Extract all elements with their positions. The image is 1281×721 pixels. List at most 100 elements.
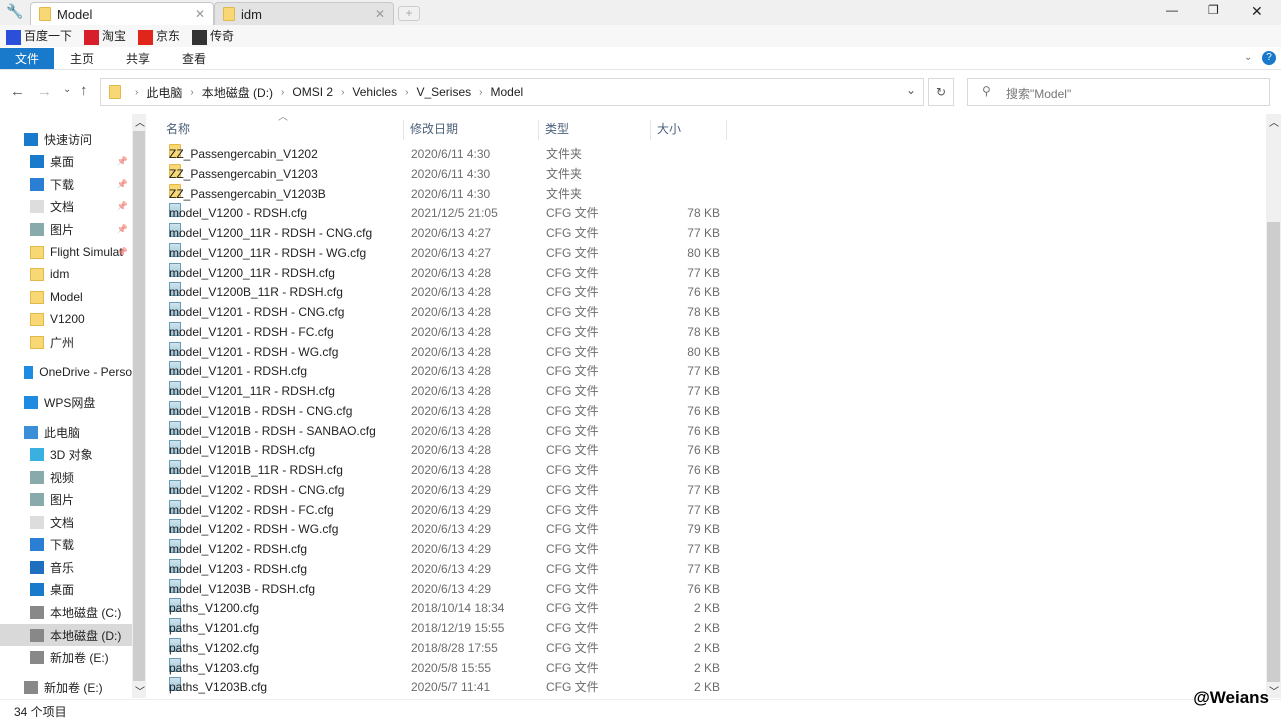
ribbon-tab[interactable]: 文件 xyxy=(0,48,54,69)
bookmark[interactable]: 淘宝 xyxy=(84,27,126,45)
file-row[interactable]: paths_V1202.cfg 2018/8/28 17:55 CFG 文件 2 KB xyxy=(165,637,730,658)
pin-icon[interactable]: 📌 xyxy=(117,156,128,167)
tab-model[interactable]: Model ✕ xyxy=(30,2,214,25)
chevron-right-icon[interactable]: › xyxy=(479,87,482,98)
sidebar-item[interactable]: 本地磁盘 (C:) xyxy=(0,601,132,623)
sidebar-item[interactable]: 下载 📌 xyxy=(0,173,132,195)
file-row[interactable]: model_V1201B_11R - RDSH.cfg 2020/6/13 4:2… xyxy=(165,460,730,480)
file-row[interactable]: model_V1201 - RDSH - CNG.cfg 2020/6/13 4:… xyxy=(165,302,730,322)
breadcrumb-item[interactable]: V_Serises xyxy=(416,85,471,99)
file-row[interactable]: ZZ_Passengercabin_V1202 2020/6/11 4:30 文件夹 xyxy=(165,144,730,164)
pin-icon[interactable]: 📌 xyxy=(117,224,128,235)
breadcrumb-item[interactable]: OMSI 2 xyxy=(292,85,333,99)
file-row[interactable]: model_V1200_11R - RDSH - CNG.cfg 2020/6/1… xyxy=(165,223,730,243)
sidebar-item[interactable]: 文档 📌 xyxy=(0,195,132,217)
forward-icon[interactable]: → xyxy=(37,83,52,100)
address-dropdown-icon[interactable]: ⌄ xyxy=(906,83,916,97)
sidebar-item[interactable]: 快速访问 xyxy=(0,128,132,150)
file-row[interactable]: model_V1202 - RDSH.cfg 2020/6/13 4:29 CFG … xyxy=(165,539,730,559)
file-row[interactable]: model_V1200_11R - RDSH.cfg 2020/6/13 4:28… xyxy=(165,262,730,283)
file-row[interactable]: model_V1200 - RDSH.cfg 2021/12/5 21:05 CFG… xyxy=(165,203,730,223)
file-row[interactable]: model_V1202 - RDSH - CNG.cfg 2020/6/13 4:… xyxy=(165,479,730,500)
chevron-right-icon[interactable]: › xyxy=(281,87,284,98)
recent-dropdown-icon[interactable]: ⌄ xyxy=(63,84,71,95)
up-icon[interactable]: ↑ xyxy=(80,82,88,99)
file-row[interactable]: model_V1201 - RDSH - FC.cfg 2020/6/13 4:2… xyxy=(165,321,730,342)
chevron-right-icon[interactable]: › xyxy=(135,87,138,98)
sidebar-item[interactable]: 音乐 xyxy=(0,556,132,578)
file-row[interactable]: paths_V1201.cfg 2018/12/19 15:55 CFG 文件 2 K… xyxy=(165,618,730,638)
file-row[interactable]: model_V1202 - RDSH - WG.cfg 2020/6/13 4:2… xyxy=(165,519,730,539)
chevron-right-icon[interactable]: › xyxy=(190,87,193,98)
sidebar-item[interactable]: 本地磁盘 (D:) xyxy=(0,624,132,646)
sidebar-item[interactable]: 新加卷 (E:) xyxy=(0,646,132,668)
sidebar-item[interactable]: 下载 xyxy=(0,533,132,555)
file-row[interactable]: model_V1201 - RDSH - WG.cfg 2020/6/13 4:2… xyxy=(165,341,730,362)
back-icon[interactable]: ← xyxy=(10,83,25,100)
chevron-right-icon[interactable]: › xyxy=(405,87,408,98)
chevron-right-icon[interactable]: › xyxy=(341,87,344,98)
help-icon[interactable]: ? xyxy=(1262,51,1276,65)
close-icon[interactable]: ✕ xyxy=(195,7,205,21)
file-row[interactable]: model_V1202 - RDSH - FC.cfg 2020/6/13 4:2… xyxy=(165,499,730,520)
column-date[interactable]: 修改日期 xyxy=(404,120,539,140)
ribbon-tab[interactable]: 查看 xyxy=(166,48,222,69)
file-row[interactable]: model_V1201B - RDSH - SANBAO.cfg 2020/6/1… xyxy=(165,420,730,441)
file-row[interactable]: model_V1201_11R - RDSH.cfg 2020/6/13 4:28… xyxy=(165,381,730,401)
breadcrumb-item[interactable]: 本地磁盘 (D:) xyxy=(202,84,273,101)
pin-icon[interactable]: 📌 xyxy=(117,201,128,212)
file-row[interactable]: model_V1201B - RDSH.cfg 2020/6/13 4:28 CFG… xyxy=(165,440,730,460)
file-list-scrollbar[interactable]: ︿ ﹀ xyxy=(1266,114,1281,698)
sidebar-item[interactable]: 桌面 📌 xyxy=(0,150,132,172)
pin-icon[interactable]: 📌 xyxy=(117,179,128,190)
column-type[interactable]: 类型 xyxy=(539,120,651,140)
address-bar[interactable]: › 此电脑 › 本地磁盘 (D:) › OMSI 2 › Vehicles › V_Serises… xyxy=(100,78,924,106)
column-size[interactable]: 大小 xyxy=(651,120,727,140)
sidebar-item[interactable]: 文档 xyxy=(0,511,132,533)
file-row[interactable]: model_V1200_11R - RDSH - WG.cfg 2020/6/13… xyxy=(165,242,730,263)
sidebar-item[interactable]: 新加卷 (E:) xyxy=(0,676,132,698)
file-row[interactable]: model_V1201B - RDSH - CNG.cfg 2020/6/13 4… xyxy=(165,400,730,421)
close-icon[interactable]: ✕ xyxy=(375,7,385,21)
bookmark[interactable]: 百度一下 xyxy=(6,27,72,45)
file-row[interactable]: paths_V1203.cfg 2020/5/8 15:55 CFG 文件 2 KB xyxy=(165,657,730,678)
new-tab-button[interactable]: + xyxy=(398,6,420,21)
sidebar-item[interactable]: 图片 xyxy=(0,488,132,510)
ribbon-tab[interactable]: 共享 xyxy=(110,48,166,69)
file-row[interactable]: ZZ_Passengercabin_V1203 2020/6/11 4:30 文件夹 xyxy=(165,163,730,184)
sidebar-item[interactable]: WPS网盘 xyxy=(0,391,132,413)
sidebar-item[interactable]: 桌面 xyxy=(0,578,132,600)
sidebar-item[interactable]: idm xyxy=(0,263,132,285)
file-row[interactable]: paths_V1203B.cfg 2020/5/7 11:41 CFG 文件 2 KB xyxy=(165,677,730,697)
bookmark[interactable]: 京东 xyxy=(138,27,180,45)
file-row[interactable]: model_V1201 - RDSH.cfg 2020/6/13 4:28 CFG … xyxy=(165,361,730,381)
sidebar-item[interactable]: 图片 📌 xyxy=(0,218,132,240)
refresh-button[interactable]: ↻ xyxy=(928,78,954,106)
sidebar-item[interactable]: 视频 xyxy=(0,466,132,488)
breadcrumb-item[interactable]: 此电脑 xyxy=(146,84,182,101)
sidebar-item[interactable]: 广州 xyxy=(0,331,132,353)
sidebar-scrollbar[interactable]: ︿ ﹀ xyxy=(132,114,146,698)
wrench-icon[interactable]: 🔧 xyxy=(6,3,23,20)
sidebar-item[interactable]: Model xyxy=(0,286,132,308)
bookmark[interactable]: 传奇 xyxy=(192,27,234,45)
column-name[interactable]: 名称 xyxy=(160,120,404,140)
file-row[interactable]: ZZ_Passengercabin_V1203B 2020/6/11 4:30 文件… xyxy=(165,183,730,204)
breadcrumb-item[interactable]: Model xyxy=(491,85,524,99)
expand-ribbon-icon[interactable]: ⌄ xyxy=(1244,52,1252,63)
file-row[interactable]: model_V1200B_11R - RDSH.cfg 2020/6/13 4:2… xyxy=(165,282,730,302)
sidebar-item[interactable]: 3D 对象 xyxy=(0,443,132,465)
search-input[interactable]: ⚲ 搜索"Model" xyxy=(967,78,1270,106)
file-row[interactable]: model_V1203 - RDSH.cfg 2020/6/13 4:29 CFG … xyxy=(165,558,730,579)
minimize-button[interactable]: — xyxy=(1166,3,1178,17)
breadcrumb-item[interactable]: Vehicles xyxy=(352,85,397,99)
sidebar-item[interactable]: Flight Simulat 📌 xyxy=(0,241,132,263)
pin-icon[interactable]: 📌 xyxy=(117,247,128,258)
ribbon-tab[interactable]: 主页 xyxy=(54,48,110,69)
sidebar-item[interactable]: 此电脑 xyxy=(0,421,132,443)
sidebar-item[interactable]: OneDrive - Perso xyxy=(0,361,132,383)
file-row[interactable]: model_V1203B - RDSH.cfg 2020/6/13 4:29 CFG… xyxy=(165,578,730,599)
close-window-button[interactable]: ✕ xyxy=(1251,3,1263,20)
tab-idm[interactable]: idm ✕ xyxy=(214,2,394,25)
sidebar-item[interactable]: V1200 xyxy=(0,308,132,330)
